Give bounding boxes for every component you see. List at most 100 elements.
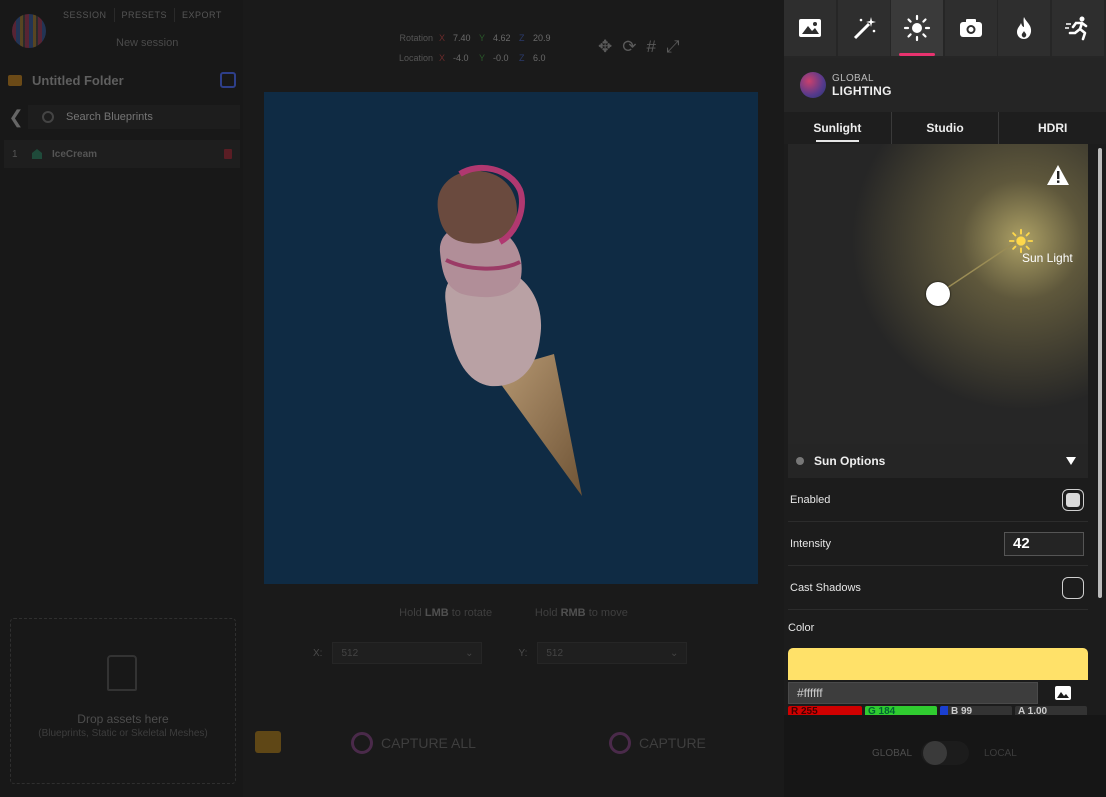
image-picker-button[interactable]	[1038, 682, 1088, 704]
intensity-input[interactable]	[1004, 531, 1084, 556]
folder-icon	[8, 74, 22, 86]
tab-camera[interactable]	[944, 0, 997, 56]
intensity-label: Intensity	[790, 537, 831, 550]
channel-a[interactable]: A 1.00	[1015, 706, 1087, 715]
render-canvas[interactable]	[264, 92, 758, 584]
axis-x-label: X	[439, 33, 446, 43]
search-icon	[42, 111, 54, 123]
app-root: SESSION PRESETS EXPORT New session Untit…	[0, 0, 1106, 797]
color-channels: R 255 G 184 B 99 A 1.00	[788, 706, 1088, 715]
scoop-top	[437, 170, 517, 244]
move-icon[interactable]: ✥	[598, 37, 612, 57]
menu-presets[interactable]: PRESETS	[115, 8, 176, 22]
left-panel: SESSION PRESETS EXPORT New session Untit…	[0, 0, 243, 797]
expand-icon[interactable]: ⤢	[666, 37, 680, 57]
res-y-select[interactable]: 512 ⌄	[537, 642, 688, 664]
channel-r[interactable]: R 255	[788, 706, 862, 715]
trash-icon[interactable]	[224, 149, 232, 159]
axis-x-label: X	[439, 53, 446, 63]
panel-scrollbar[interactable]	[1098, 148, 1102, 598]
running-icon	[1064, 16, 1087, 41]
globe-icon	[800, 72, 826, 98]
cast-shadows-checkbox[interactable]	[1062, 576, 1084, 599]
subtab-hdri[interactable]: HDRI	[999, 112, 1106, 144]
viewport-tools: ✥ ⟳ # ⤢	[598, 37, 680, 57]
list-item[interactable]: 1 IceCream	[4, 140, 240, 168]
viewport-area: Rotation X 7.40 Y 4.62 Z 20.9 Location X -4.…	[243, 0, 784, 797]
chevron-left-icon[interactable]: ❮	[4, 107, 28, 128]
open-folder-icon[interactable]	[255, 731, 281, 753]
tab-animation[interactable]	[1051, 0, 1104, 56]
subtab-studio[interactable]: Studio	[892, 112, 1000, 144]
location-x: -4.0	[453, 53, 469, 63]
sun-direction-knob[interactable]	[926, 282, 950, 306]
resolution-controls: X: 512 ⌄ Y: 512 ⌄	[313, 642, 688, 664]
space-mode-bar: GLOBAL LOCAL	[784, 715, 1106, 797]
image-icon	[1055, 686, 1071, 700]
search-row: ❮	[4, 104, 240, 130]
magic-wand-icon	[853, 17, 876, 40]
asset-drop-zone[interactable]: Drop assets here (Blueprints, Static or …	[10, 618, 236, 784]
sun-direction-pad[interactable]: Sun Light	[788, 144, 1088, 444]
color-swatch[interactable]	[788, 648, 1088, 680]
section-header: GLOBAL LIGHTING	[784, 58, 1106, 112]
session-name[interactable]: New session	[116, 37, 178, 49]
tab-image[interactable]	[784, 0, 836, 56]
channel-g[interactable]: G 184	[865, 706, 937, 715]
refresh-icon[interactable]: ⟳	[622, 37, 636, 57]
drop-subtitle: (Blueprints, Static or Skeletal Meshes)	[38, 728, 208, 739]
capture-icon	[609, 732, 631, 754]
axis-z-label: Z	[519, 53, 525, 63]
section-title: GLOBAL LIGHTING	[832, 73, 892, 98]
enabled-checkbox[interactable]	[1062, 488, 1084, 511]
channel-b[interactable]: B 99	[940, 706, 1012, 715]
intensity-row: Intensity	[788, 522, 1088, 566]
folder-header: Untitled Folder	[8, 70, 236, 90]
subtab-sunlight[interactable]: Sunlight	[784, 112, 892, 144]
search-box	[28, 105, 240, 129]
menu-session[interactable]: SESSION	[56, 8, 115, 22]
lighting-subtabs: Sunlight Studio HDRI	[784, 112, 1106, 144]
res-y: Y: 512 ⌄	[518, 642, 688, 664]
space-mode-toggle[interactable]	[921, 741, 969, 765]
top-menu: SESSION PRESETS EXPORT	[56, 8, 229, 22]
rotation-y: 4.62	[493, 33, 511, 43]
upload-icon	[107, 655, 137, 691]
rotation-label: Rotation	[399, 33, 433, 43]
sun-options-header[interactable]: Sun Options	[788, 444, 1088, 478]
caret-down-icon	[1066, 457, 1076, 465]
hint-rmb: RMB	[560, 607, 586, 619]
app-logo	[12, 14, 46, 48]
warning-icon	[1047, 165, 1069, 185]
enabled-label: Enabled	[790, 493, 831, 506]
hex-row	[788, 682, 1088, 704]
hex-input[interactable]	[788, 682, 1038, 704]
search-input[interactable]	[66, 111, 206, 123]
enabled-row: Enabled	[788, 478, 1088, 522]
location-readout: Location X -4.0 Y -0.0 Z 6.0	[393, 48, 559, 68]
edit-icon[interactable]	[220, 72, 236, 88]
res-x: X: 512 ⌄	[313, 642, 483, 664]
tab-lighting[interactable]	[891, 0, 943, 56]
image-icon	[799, 19, 821, 37]
menu-export[interactable]: EXPORT	[175, 8, 229, 22]
lighting-scroll-area: Sun Light Sun Options Enabled Intensity …	[784, 144, 1100, 715]
location-y: -0.0	[493, 53, 509, 63]
mode-local-label: LOCAL	[984, 748, 1017, 759]
location-label: Location	[398, 53, 433, 63]
capture-button[interactable]: CAPTURE	[609, 732, 706, 754]
tab-effects[interactable]	[837, 0, 890, 56]
tab-fire[interactable]	[998, 0, 1050, 56]
capture-all-button[interactable]: CAPTURE ALL	[351, 732, 476, 754]
mode-global-label: GLOBAL	[872, 748, 913, 759]
grid-icon[interactable]: #	[647, 37, 656, 57]
res-x-select[interactable]: 512 ⌄	[332, 642, 483, 664]
capture-all-label: CAPTURE ALL	[381, 735, 476, 751]
res-x-label: X:	[313, 647, 323, 659]
hint-text: Hold	[534, 607, 558, 619]
cast-shadows-label: Cast Shadows	[790, 581, 861, 594]
axis-y-label: Y	[479, 53, 486, 63]
res-y-value: 512	[546, 647, 564, 659]
hint-text: Hold	[399, 607, 422, 619]
item-index: 1	[12, 148, 18, 160]
